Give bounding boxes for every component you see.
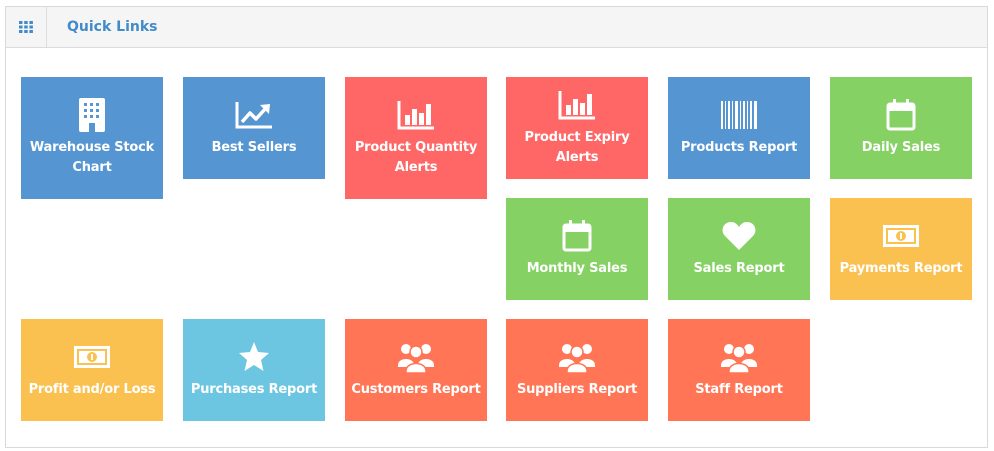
money-icon	[74, 340, 110, 374]
tile-label: Daily Sales	[861, 140, 941, 155]
tile-label: Customers Report	[351, 382, 481, 397]
trend-up-icon	[235, 98, 273, 132]
star-icon	[238, 340, 270, 374]
building-icon	[79, 98, 105, 132]
tile-monthly-sales[interactable]: Monthly Sales	[506, 198, 648, 300]
money-icon	[883, 219, 919, 253]
tile-customers-report[interactable]: Customers Report	[345, 319, 487, 421]
tile-label: Products Report	[680, 140, 798, 155]
tile-warehouse-stock-chart[interactable]: Warehouse Stock Chart	[21, 77, 163, 199]
grid-icon	[6, 7, 47, 47]
barcode-icon	[721, 98, 757, 132]
users-icon	[720, 340, 758, 374]
tile-label: Profit and/or Loss	[28, 382, 156, 397]
calendar-icon	[562, 219, 592, 253]
tile-suppliers-report[interactable]: Suppliers Report	[506, 319, 648, 421]
tile-payments-report[interactable]: Payments Report	[830, 198, 972, 300]
tile-label: Payments Report	[839, 261, 963, 276]
calendar-icon	[886, 98, 916, 132]
tile-product-expiry-alerts[interactable]: Product Expiry Alerts	[506, 77, 648, 179]
users-icon	[397, 340, 435, 374]
bar-chart-icon	[558, 88, 596, 122]
tile-product-quantity-alerts[interactable]: Product Quantity Alerts	[345, 77, 487, 199]
tile-daily-sales[interactable]: Daily Sales	[830, 77, 972, 179]
tile-staff-report[interactable]: Staff Report	[668, 319, 810, 421]
tile-label: Suppliers Report	[516, 382, 638, 397]
tile-best-sellers[interactable]: Best Sellers	[183, 77, 325, 179]
panel-header: Quick Links	[6, 7, 987, 48]
tile-label: Product Expiry Alerts	[524, 130, 630, 165]
bar-chart-icon	[397, 98, 435, 132]
tile-label: Warehouse Stock Chart	[29, 140, 155, 175]
panel-title: Quick Links	[67, 19, 158, 35]
users-icon	[558, 340, 596, 374]
tile-label: Product Quantity Alerts	[354, 140, 478, 175]
tile-sales-report[interactable]: Sales Report	[668, 198, 810, 300]
tile-label: Best Sellers	[211, 140, 297, 155]
tile-label: Sales Report	[693, 261, 785, 276]
tile-products-report[interactable]: Products Report	[668, 77, 810, 179]
tile-profit-and-or-loss[interactable]: Profit and/or Loss	[21, 319, 163, 421]
tile-label: Monthly Sales	[526, 261, 628, 276]
tile-purchases-report[interactable]: Purchases Report	[183, 319, 325, 421]
tile-label: Staff Report	[695, 382, 783, 397]
heart-icon	[722, 219, 756, 253]
tile-label: Purchases Report	[190, 382, 318, 397]
